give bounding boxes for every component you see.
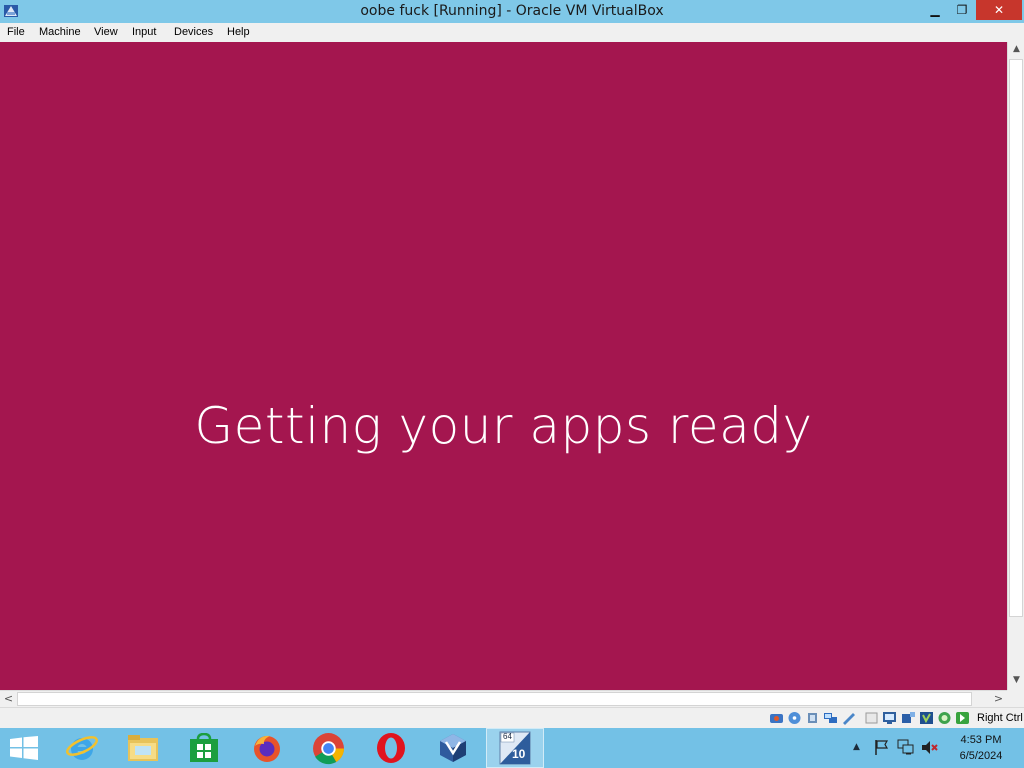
restore-button[interactable]: ❐ <box>949 0 975 20</box>
scroll-down-button[interactable]: ▼ <box>1008 675 1024 685</box>
vertical-scrollbar[interactable]: ▲ ▼ <box>1007 42 1024 690</box>
vm-status-bar: Right Ctrl <box>0 707 1024 729</box>
optical-drive-icon[interactable] <box>787 711 802 725</box>
display-icon[interactable] <box>882 711 897 725</box>
chrome-icon <box>313 733 344 765</box>
menu-bar: File Machine View Input Devices Help <box>0 23 1024 43</box>
clock-time: 4:53 PM <box>960 734 1002 746</box>
store-icon <box>190 733 218 762</box>
taskbar-opera[interactable] <box>362 728 420 768</box>
taskbar-store[interactable] <box>176 728 234 768</box>
scroll-left-button[interactable]: < <box>0 692 17 705</box>
vm-badge-arch: 64 <box>503 732 512 741</box>
file-explorer-icon <box>128 735 158 761</box>
menu-devices[interactable]: Devices <box>174 26 213 38</box>
guest-additions-icon[interactable] <box>937 711 952 725</box>
action-center-flag-icon[interactable] <box>873 739 890 756</box>
cpu-icon[interactable] <box>919 711 934 725</box>
hard-disk-icon[interactable] <box>769 711 784 725</box>
menu-input[interactable]: Input <box>132 26 156 38</box>
title-bar: oobe fuck [Running] - Oracle VM VirtualB… <box>0 0 1024 23</box>
horizontal-scrollbar[interactable]: < > <box>0 690 1007 708</box>
virtualbox-icon <box>440 734 466 762</box>
usb-icon[interactable] <box>841 711 856 725</box>
taskbar-chrome[interactable] <box>300 728 358 768</box>
firefox-icon <box>254 735 280 762</box>
start-button[interactable] <box>0 728 58 768</box>
taskbar-virtualbox[interactable] <box>424 728 482 768</box>
close-button[interactable]: ✕ <box>976 0 1022 20</box>
internet-explorer-icon <box>66 736 98 760</box>
scroll-right-button[interactable]: > <box>990 692 1007 705</box>
volume-muted-icon[interactable] <box>921 739 939 756</box>
host-key-label[interactable]: Right Ctrl <box>977 712 1023 724</box>
menu-help[interactable]: Help <box>227 26 250 38</box>
vertical-scroll-thumb[interactable] <box>1009 59 1023 617</box>
taskbar-vm-window[interactable]: 64 10 <box>486 728 544 768</box>
taskbar-firefox[interactable] <box>238 728 296 768</box>
shared-folders-icon[interactable] <box>864 711 879 725</box>
audio-icon[interactable] <box>805 711 820 725</box>
show-hidden-icons-button[interactable]: ▲ <box>853 742 860 752</box>
network-tray-icon[interactable] <box>897 739 915 756</box>
taskbar-file-explorer[interactable] <box>114 728 172 768</box>
window-title: oobe fuck [Running] - Oracle VM VirtualB… <box>360 3 664 19</box>
video-capture-icon[interactable] <box>901 711 916 725</box>
minimize-button[interactable]: ▁ <box>922 0 948 20</box>
start-icon <box>10 736 38 760</box>
horizontal-scroll-thumb[interactable] <box>17 692 972 706</box>
taskbar: 64 10 ▲ 4:53 PM 6/5/2024 <box>0 728 1024 768</box>
mouse-integration-icon[interactable] <box>955 711 970 725</box>
scrollbar-corner <box>1007 690 1024 707</box>
vm-display[interactable]: Getting your apps ready <box>0 42 1007 690</box>
oobe-status-message: Getting your apps ready <box>194 397 813 455</box>
taskbar-internet-explorer[interactable] <box>52 728 110 768</box>
menu-view[interactable]: View <box>94 26 118 38</box>
clock-date: 6/5/2024 <box>959 750 1003 762</box>
menu-machine[interactable]: Machine <box>39 26 81 38</box>
menu-file[interactable]: File <box>7 26 25 38</box>
network-icon[interactable] <box>823 711 838 725</box>
vm-badge-version: 10 <box>512 747 526 761</box>
opera-icon <box>377 733 405 763</box>
scroll-up-button[interactable]: ▲ <box>1008 44 1024 54</box>
system-clock[interactable]: 4:53 PM 6/5/2024 <box>945 732 1017 764</box>
